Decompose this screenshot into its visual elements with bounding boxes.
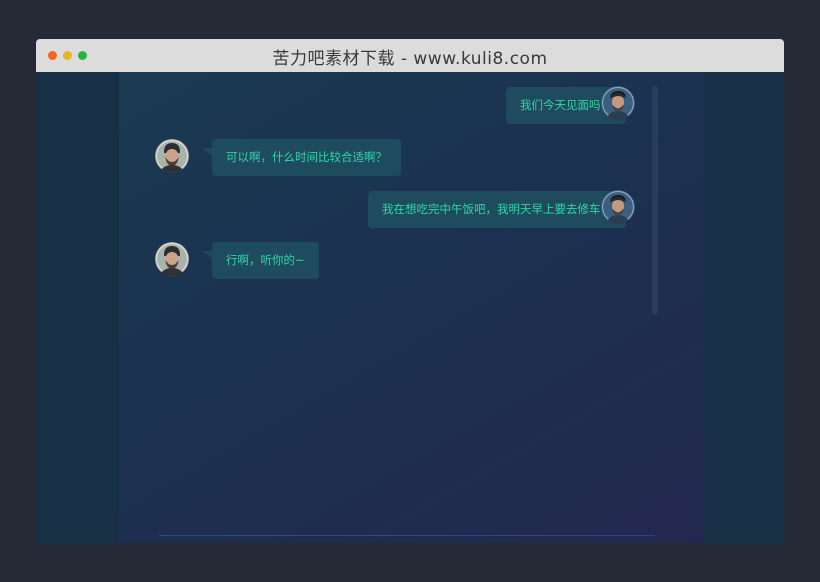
input-divider xyxy=(159,535,655,536)
contact-avatar[interactable] xyxy=(601,190,635,224)
message-bubble: 可以啊，什么时间比较合适啊？ xyxy=(202,138,401,176)
chat-message-incoming: 行啊，听你的~ xyxy=(202,241,319,279)
avatar-bearded-man-beanie-icon xyxy=(155,242,189,276)
page-content: 我们今天见面吗？ 可以啊，什么时间比较合适啊？ 我在想吃完中午饭吧，我明天早上要… xyxy=(36,72,784,543)
user-avatar[interactable] xyxy=(155,242,189,276)
chat-message-outgoing: 我在想吃完中午饭吧，我明天早上要去修车！ xyxy=(368,190,636,228)
avatar-man-dark-hair-icon xyxy=(601,190,635,224)
avatar-man-dark-hair-icon xyxy=(601,86,635,120)
title-bar: 苦力吧素材下载 - www.kuli8.com xyxy=(36,39,784,72)
avatar-bearded-man-beanie-icon xyxy=(155,139,189,173)
contact-avatar[interactable] xyxy=(601,86,635,120)
message-bubble: 行啊，听你的~ xyxy=(202,241,319,279)
chat-scrollbar[interactable] xyxy=(652,86,658,314)
chat-panel: 我们今天见面吗？ 可以啊，什么时间比较合适啊？ 我在想吃完中午饭吧，我明天早上要… xyxy=(119,72,704,543)
message-bubble: 我在想吃完中午饭吧，我明天早上要去修车！ xyxy=(368,190,636,228)
window-title: 苦力吧素材下载 - www.kuli8.com xyxy=(272,49,548,69)
chat-message-incoming: 可以啊，什么时间比较合适啊？ xyxy=(202,138,401,176)
user-avatar[interactable] xyxy=(155,139,189,173)
browser-window: 苦力吧素材下载 - www.kuli8.com 我们今天见面吗？ 可以啊，什么时… xyxy=(36,39,784,543)
